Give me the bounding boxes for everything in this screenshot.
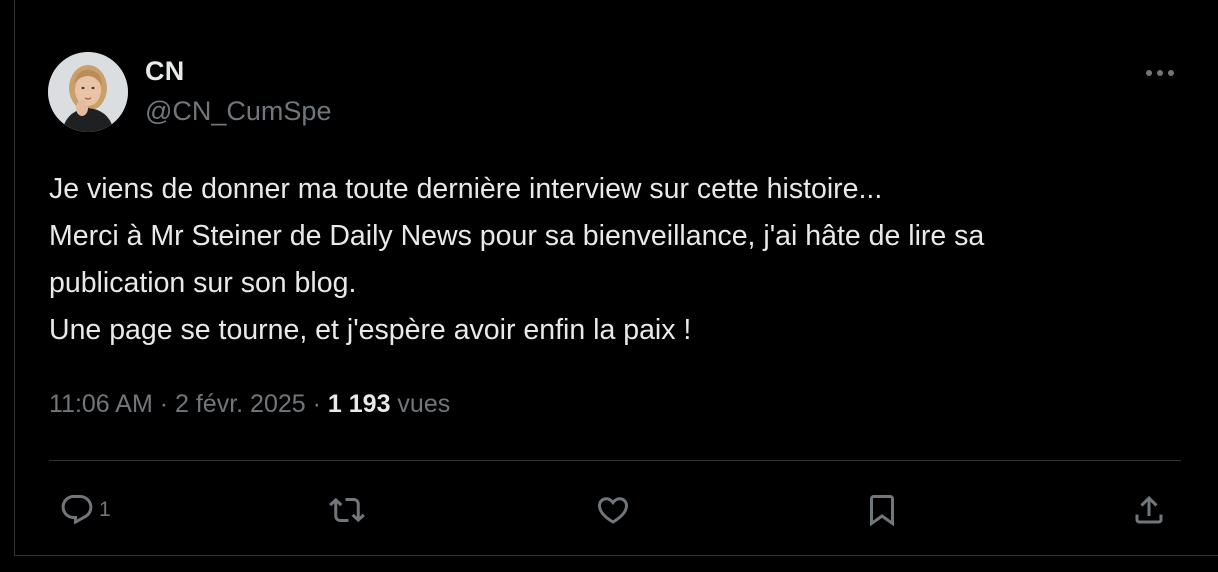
meta-separator: · [312, 390, 321, 418]
more-horizontal-icon [1146, 70, 1174, 76]
avatar[interactable] [48, 52, 128, 132]
tweet-text-line: Merci à Mr Steiner de Daily News pour sa… [49, 220, 985, 252]
reply-icon [61, 495, 93, 525]
reply-count: 1 [99, 498, 111, 521]
retweet-icon [329, 497, 365, 523]
bookmark-button[interactable] [864, 486, 900, 534]
divider [49, 460, 1181, 461]
tweet-meta: 11:06 AM · 2 févr. 2025 · 1 193 vues [49, 390, 450, 419]
share-icon [1135, 495, 1163, 524]
meta-separator: · [159, 390, 169, 418]
tweet-text-line: Je viens de donner ma toute dernière int… [49, 173, 883, 205]
tweet-text-line: publication sur son blog. [49, 267, 357, 299]
views-label: vues [397, 390, 451, 418]
reply-button[interactable]: 1 [59, 486, 111, 534]
author-handle[interactable]: @CN_CumSpe [145, 96, 331, 127]
share-button[interactable] [1131, 486, 1167, 534]
views-count: 1 193 [327, 390, 391, 418]
tweet-text: Je viens de donner ma toute dernière int… [49, 166, 1199, 354]
retweet-button[interactable] [329, 486, 365, 534]
like-icon [597, 497, 629, 524]
author-display-name[interactable]: CN [145, 56, 184, 87]
tweet-time[interactable]: 11:06 AM [49, 390, 153, 418]
tweet-card: CN @CN_CumSpe Je viens de donner ma tout… [14, 0, 1218, 556]
like-button[interactable] [595, 486, 631, 534]
action-bar: 1 [15, 486, 1218, 536]
tweet-text-line: Une page se tourne, et j'espère avoir en… [49, 314, 692, 346]
bookmark-icon [870, 495, 894, 527]
more-options-button[interactable] [1140, 56, 1180, 90]
tweet-date[interactable]: 2 févr. 2025 [175, 390, 306, 418]
